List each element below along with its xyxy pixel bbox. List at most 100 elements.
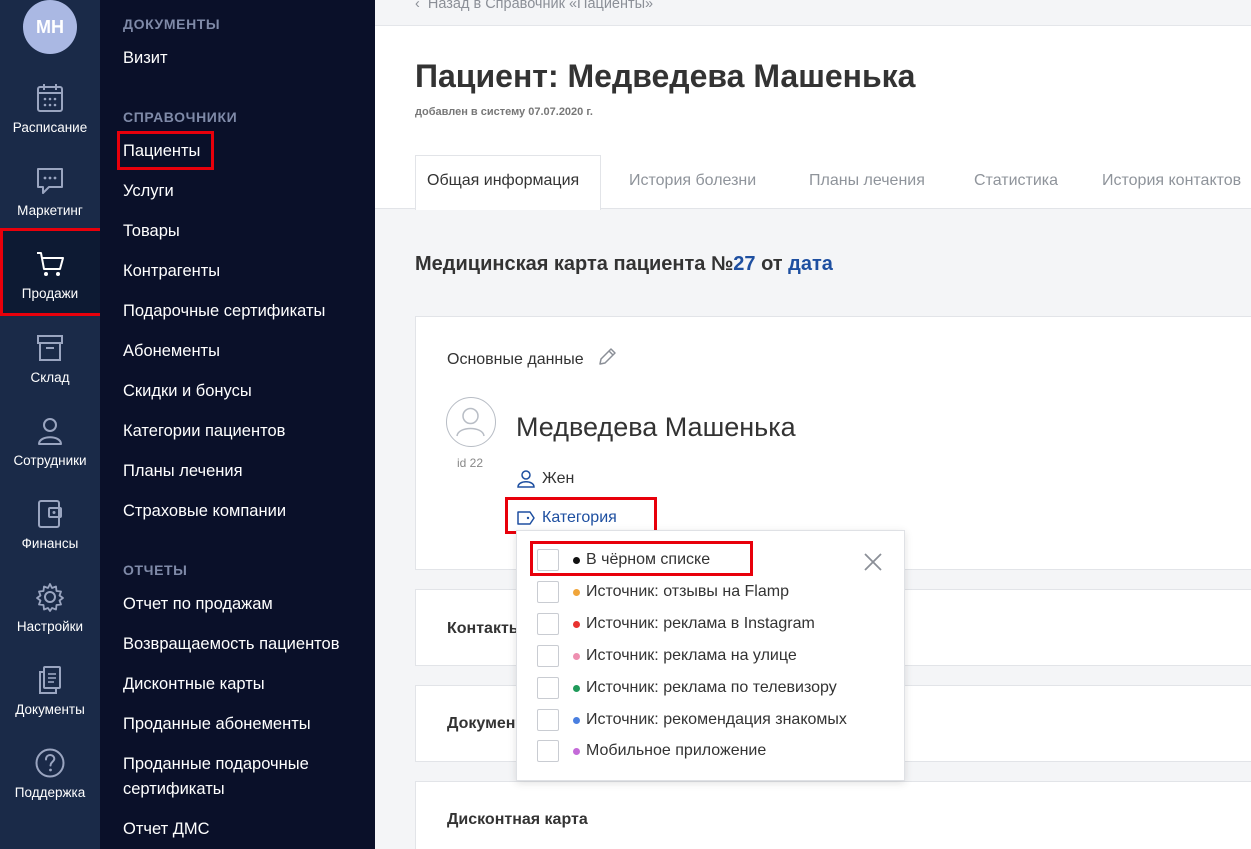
chevron-left-icon: ‹ (415, 0, 428, 12)
checkbox[interactable] (537, 613, 559, 635)
menu-item-patients[interactable]: Пациенты (123, 142, 200, 161)
cart-icon (37, 252, 64, 276)
menu-section-references: СПРАВОЧНИКИ (123, 109, 238, 125)
menu-item-sales-report[interactable]: Отчет по продажам (123, 595, 273, 614)
menu-item-visit[interactable]: Визит (123, 49, 168, 68)
option-label: Источник: реклама по телевизору (586, 679, 837, 696)
rail-item-finance[interactable]: Финансы (0, 498, 100, 578)
medical-card-prefix: Медицинская карта пациента № (415, 253, 734, 275)
menu-item-patient-categories[interactable]: Категории пациентов (123, 422, 285, 441)
medical-card-number: 27 (733, 253, 756, 275)
option-label: Источник: реклама на улице (586, 647, 797, 664)
rail-label-sales: Продажи (21, 286, 79, 301)
tab-treatment-plans[interactable]: Планы лечения (809, 172, 925, 190)
medical-card-heading: Медицинская карта пациента №27 от дата (415, 253, 833, 276)
rail-item-support[interactable]: Поддержка (0, 747, 100, 827)
contacts-title: Контакты (447, 620, 523, 637)
basic-data-title: Основные данные (447, 346, 618, 369)
category-option-flamp[interactable]: Источник: отзывы на Flamp (537, 581, 789, 603)
rail-label-schedule: Расписание (12, 120, 88, 135)
option-label: Источник: рекомендация знакомых (586, 711, 847, 728)
menu-item-insurance[interactable]: Страховые компании (123, 502, 286, 521)
checkbox[interactable] (537, 549, 559, 571)
icon-rail: МН Расписание Маркетинг Продажи Склад Со… (0, 0, 100, 849)
category-option-instagram[interactable]: Источник: реклама в Instagram (537, 613, 815, 635)
rail-item-warehouse[interactable]: Склад (0, 332, 100, 412)
category-option-referral[interactable]: Источник: рекомендация знакомых (537, 709, 847, 731)
menu-item-discounts[interactable]: Скидки и бонусы (123, 382, 252, 401)
medical-card-date-link[interactable]: дата (788, 253, 833, 275)
menu-item-dms-report[interactable]: Отчет ДМС (123, 820, 210, 839)
rail-item-sales[interactable]: Продажи (0, 228, 100, 314)
category-option-blacklist[interactable]: В чёрном списке (537, 549, 710, 571)
pencil-icon[interactable] (596, 346, 618, 368)
color-dot (573, 620, 580, 628)
rail-item-settings[interactable]: Настройки (0, 581, 100, 661)
rail-label-support: Поддержка (14, 785, 86, 800)
rail-item-staff[interactable]: Сотрудники (0, 415, 100, 495)
tab-statistics[interactable]: Статистика (974, 172, 1058, 190)
color-dot (573, 588, 580, 596)
top-bar: ‹ Назад в Справочник «Пациенты» (375, 0, 1251, 26)
menu-item-sold-subscriptions[interactable]: Проданные абонементы (123, 715, 311, 734)
back-link[interactable]: ‹ Назад в Справочник «Пациенты» (415, 0, 653, 12)
calendar-icon (37, 84, 63, 112)
question-icon (35, 748, 65, 778)
category-toggle[interactable]: Категория (516, 509, 617, 527)
chat-icon (37, 168, 63, 194)
discount-card-title: Дисконтная карта (447, 811, 588, 828)
color-dot (573, 556, 580, 564)
patient-name: Медведева Машенька (516, 412, 796, 442)
medical-card-from: от (761, 253, 783, 275)
color-dot (573, 747, 580, 755)
basic-data-title-text: Основные данные (447, 351, 584, 368)
option-label: Источник: отзывы на Flamp (586, 583, 789, 600)
category-option-street[interactable]: Источник: реклама на улице (537, 645, 797, 667)
menu-item-sold-gift-certs-line2[interactable]: сертификаты (123, 780, 225, 799)
menu-item-subscriptions[interactable]: Абонементы (123, 342, 220, 361)
menu-item-goods[interactable]: Товары (123, 222, 180, 241)
rail-label-settings: Настройки (16, 619, 84, 634)
category-link-label: Категория (542, 509, 617, 526)
menu-item-discount-cards[interactable]: Дисконтные карты (123, 675, 265, 694)
rail-label-marketing: Маркетинг (17, 203, 83, 218)
tab-contact-history[interactable]: История контактов (1102, 172, 1241, 190)
close-icon[interactable] (862, 551, 884, 573)
checkbox[interactable] (537, 709, 559, 731)
checkbox[interactable] (537, 581, 559, 603)
category-option-tv[interactable]: Источник: реклама по телевизору (537, 677, 837, 699)
option-label: В чёрном списке (586, 551, 711, 568)
checkbox[interactable] (537, 645, 559, 667)
menu-item-treatment-plans[interactable]: Планы лечения (123, 462, 243, 481)
gear-icon (36, 583, 64, 612)
rail-label-finance: Финансы (21, 536, 79, 551)
user-avatar[interactable]: МН (23, 0, 77, 54)
menu-item-sold-gift-certs[interactable]: Проданные подарочные (123, 755, 309, 774)
person-icon (38, 418, 62, 445)
menu-item-patient-return[interactable]: Возвращаемость пациентов (123, 635, 340, 654)
back-link-label: Назад в Справочник «Пациенты» (427, 0, 654, 12)
patient-gender: Жен (516, 469, 574, 489)
checkbox[interactable] (537, 677, 559, 699)
wallet-icon (38, 500, 62, 528)
category-option-mobile-app[interactable]: Мобильное приложение (537, 740, 766, 762)
menu-section-reports: ОТЧЕТЫ (123, 562, 188, 578)
menu-section-documents: ДОКУМЕНТЫ (123, 16, 221, 32)
user-initials: МН (36, 16, 64, 37)
rail-item-schedule[interactable]: Расписание (0, 82, 100, 162)
tag-icon (517, 511, 535, 525)
menu-item-contractors[interactable]: Контрагенты (123, 262, 220, 281)
tab-general-info[interactable]: Общая информация (427, 172, 579, 190)
option-label: Источник: реклама в Instagram (586, 615, 815, 632)
patient-id: id 22 (457, 456, 484, 470)
menu-item-services[interactable]: Услуги (123, 182, 174, 201)
rail-label-warehouse: Склад (30, 370, 70, 385)
color-dot (573, 684, 580, 692)
rail-item-documents[interactable]: Документы (0, 664, 100, 744)
discount-card-panel[interactable]: Дисконтная карта (415, 781, 1251, 849)
menu-item-gift-certificates[interactable]: Подарочные сертификаты (123, 302, 325, 321)
checkbox[interactable] (537, 740, 559, 762)
documents-icon (39, 666, 61, 694)
page-title: Пациент: Медведева Машенька (415, 58, 916, 94)
tab-medical-history[interactable]: История болезни (629, 172, 756, 190)
